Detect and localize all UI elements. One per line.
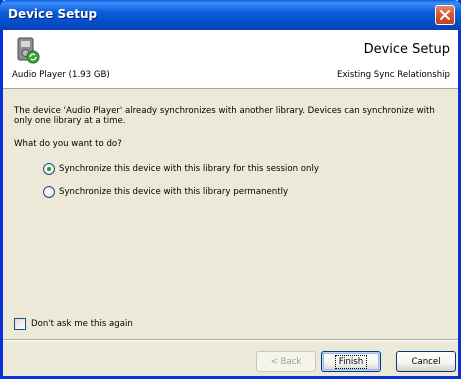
cancel-button[interactable]: Cancel xyxy=(396,351,456,372)
dont-ask-label: Don't ask me this again xyxy=(31,319,133,329)
dont-ask-checkbox[interactable] xyxy=(14,318,26,330)
sync-message: The device 'Audio Player' already synchr… xyxy=(14,106,435,126)
dont-ask-option[interactable]: Don't ask me this again xyxy=(14,318,133,330)
cancel-button-label: Cancel xyxy=(411,356,441,367)
radio-permanently[interactable] xyxy=(43,186,55,198)
header-subtitle: Existing Sync Relationship xyxy=(337,70,450,80)
radio-session-only[interactable] xyxy=(43,163,55,175)
back-button-label: < Back xyxy=(270,356,302,367)
option-permanently[interactable]: Synchronize this device with this librar… xyxy=(43,186,288,198)
footer-divider xyxy=(3,339,458,341)
close-icon xyxy=(440,10,450,20)
question-label: What do you want to do? xyxy=(14,139,122,149)
title-bar[interactable]: Device Setup xyxy=(0,0,461,30)
option-session-only-label: Synchronize this device with this librar… xyxy=(59,164,319,174)
device-sync-icon xyxy=(17,37,40,64)
device-setup-window: Device Setup Device Setup Audio Player (… xyxy=(0,0,461,379)
window-title: Device Setup xyxy=(8,7,98,21)
wizard-body: The device 'Audio Player' already synchr… xyxy=(3,89,458,339)
wizard-header: Device Setup Audio Player (1.93 GB) Exis… xyxy=(3,30,458,89)
device-name: Audio Player (1.93 GB) xyxy=(12,70,110,80)
close-button[interactable] xyxy=(435,5,455,25)
finish-button-label: Finish xyxy=(334,354,368,369)
header-title: Device Setup xyxy=(363,42,450,57)
option-permanently-label: Synchronize this device with this librar… xyxy=(59,187,289,197)
option-session-only[interactable]: Synchronize this device with this librar… xyxy=(43,163,319,175)
back-button[interactable]: < Back xyxy=(256,351,316,372)
finish-button[interactable]: Finish xyxy=(321,351,381,372)
